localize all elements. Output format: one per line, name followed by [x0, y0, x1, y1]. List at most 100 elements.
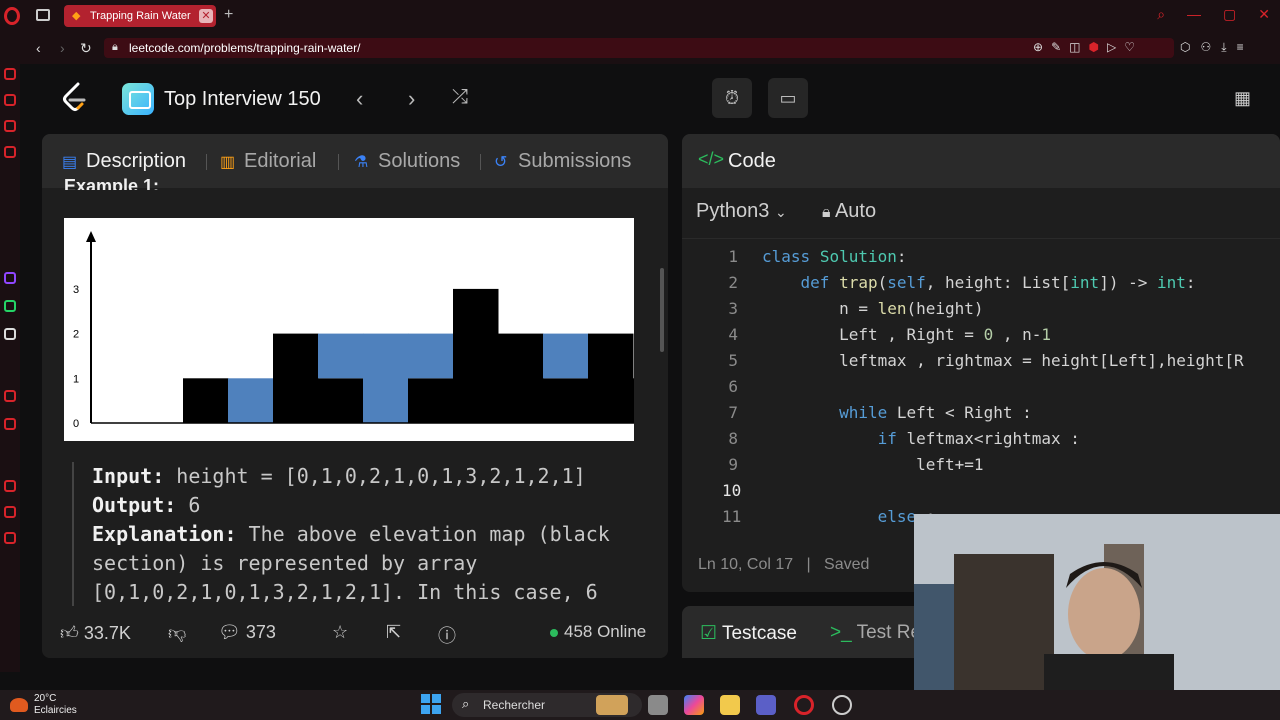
- sidebar-app-icon[interactable]: [4, 146, 16, 158]
- lock-icon: 🔒︎: [822, 204, 831, 221]
- code-line: left+=1: [762, 455, 984, 474]
- description-panel: ▤ Description ▥ Editorial ⚗︎ Solutions ↺ Sub…: [42, 134, 668, 658]
- weather-icon: [10, 698, 28, 712]
- code-line: leftmax , rightmax = height[Left],height…: [762, 351, 1244, 370]
- sidebar-app-icon[interactable]: [4, 68, 16, 80]
- notes-icon[interactable]: ▭: [768, 78, 808, 118]
- like-button[interactable]: 👍︎ 33.7K: [60, 622, 131, 644]
- comment-icon: 💬︎: [218, 622, 241, 642]
- chevron-down-icon: ⌄: [774, 204, 787, 220]
- description-footer: 👍︎ 33.7K 👎︎ 💬︎ 373 ☆ ⇱ ⓘ 458 Online: [42, 606, 668, 658]
- tab-separator: [338, 154, 339, 170]
- line-number: 3: [728, 299, 738, 318]
- tab-submissions[interactable]: ↺ Submissions: [494, 150, 631, 173]
- tab-test-result[interactable]: >_ Test Re: [830, 622, 921, 644]
- elevation-bar: [408, 378, 454, 423]
- heart-icon[interactable]: ♡: [1124, 40, 1135, 54]
- shuffle-icon[interactable]: ⤮: [452, 86, 468, 109]
- sidebar-app-icon[interactable]: [4, 418, 16, 430]
- previous-problem-icon[interactable]: ‹: [356, 86, 363, 112]
- timer-icon[interactable]: ⏰︎: [712, 78, 752, 118]
- terminal-icon: >_: [830, 622, 852, 643]
- study-plan-icon[interactable]: [122, 83, 154, 115]
- forward-icon[interactable]: ›: [60, 40, 65, 56]
- url-text[interactable]: leetcode.com/problems/trapping-rain-wate…: [129, 41, 360, 55]
- favorite-button[interactable]: ☆: [332, 622, 348, 643]
- sidebar-app-icon[interactable]: [4, 480, 16, 492]
- camera-icon[interactable]: ◫: [1069, 40, 1080, 54]
- auto-mode-toggle[interactable]: 🔒︎ Auto: [822, 200, 876, 223]
- water-block: [228, 378, 274, 423]
- sidebar-app-icon[interactable]: [4, 390, 16, 402]
- study-plan-title[interactable]: Top Interview 150: [164, 88, 321, 111]
- star-icon: ☆: [332, 622, 349, 642]
- tab-separator: [206, 154, 207, 170]
- search-tabs-icon[interactable]: ⌕: [1157, 6, 1165, 23]
- code-line: Left , Right = 0 , n-1: [762, 325, 1052, 344]
- code-line: while Left < Right :: [839, 403, 1032, 422]
- sidebar-app-icon[interactable]: [4, 120, 16, 132]
- reload-icon[interactable]: ↻: [80, 40, 92, 57]
- adblock-icon[interactable]: ⬢: [1088, 40, 1098, 54]
- cube-icon[interactable]: ⬡: [1180, 40, 1190, 55]
- elevation-bar: [633, 378, 634, 423]
- tab-description[interactable]: ▤ Description: [62, 150, 186, 173]
- teams-icon[interactable]: [756, 695, 776, 715]
- dislike-button[interactable]: 👎︎: [168, 622, 186, 644]
- tab-close-button[interactable]: ✕: [199, 9, 213, 23]
- code-editor[interactable]: 1 class Solution: 2 def trap(self, heigh…: [682, 238, 1280, 528]
- leetcode-logo-icon[interactable]: [60, 82, 88, 114]
- sidebar-app-icon[interactable]: [4, 532, 16, 544]
- tab-testcase[interactable]: ☑ Testcase: [700, 622, 797, 645]
- code-line: n = len(height): [762, 299, 984, 318]
- tab-solutions[interactable]: ⚗︎ Solutions: [354, 150, 460, 173]
- comments-button[interactable]: 💬︎ 373: [218, 622, 276, 643]
- opera-taskbar-icon[interactable]: [794, 695, 814, 715]
- menu-icon[interactable]: ≡: [1237, 40, 1244, 55]
- document-icon: ▤: [62, 154, 78, 171]
- output-label: Output:: [92, 493, 177, 517]
- windows-start-icon[interactable]: [421, 694, 441, 714]
- next-problem-icon[interactable]: ›: [408, 86, 415, 112]
- browser-toolbar-icons: ⬡ ⚇ ⤓ ≡: [1180, 40, 1244, 55]
- elevation-bar: [273, 333, 319, 423]
- new-tab-button[interactable]: +: [224, 6, 233, 24]
- code-line: else :: [877, 507, 936, 526]
- tab-switcher-icon[interactable]: [36, 9, 50, 21]
- minimize-button[interactable]: —: [1187, 6, 1201, 23]
- thumbs-down-icon: 👎︎: [168, 623, 187, 643]
- maximize-button[interactable]: ▢: [1223, 6, 1236, 23]
- help-button[interactable]: ⓘ: [438, 622, 456, 648]
- twitch-icon[interactable]: [4, 272, 16, 284]
- download-icon[interactable]: ⤓: [1221, 40, 1226, 55]
- description-scrollbar[interactable]: [660, 268, 664, 352]
- task-view-icon[interactable]: [648, 695, 668, 715]
- elevation-bar: [318, 378, 364, 423]
- sidebar-app-icon[interactable]: [4, 94, 16, 106]
- tab-editorial[interactable]: ▥ Editorial: [220, 150, 316, 173]
- y-axis-arrow: [86, 231, 96, 242]
- settings-icon[interactable]: [832, 695, 852, 715]
- opera-logo-icon[interactable]: [4, 7, 20, 25]
- share-button[interactable]: ⇱: [386, 622, 401, 643]
- send-icon[interactable]: ▷: [1107, 40, 1116, 54]
- whatsapp-icon[interactable]: [4, 300, 16, 312]
- x-icon[interactable]: [4, 328, 16, 340]
- profile-icon[interactable]: ⚇: [1200, 40, 1211, 55]
- close-window-button[interactable]: ✕: [1258, 6, 1270, 23]
- zoom-icon[interactable]: ⊕: [1033, 40, 1043, 54]
- line-number: 9: [728, 455, 738, 474]
- edit-icon[interactable]: ✎: [1051, 40, 1061, 54]
- line-number: 6: [728, 377, 738, 396]
- browser-tab-active[interactable]: ◆ Trapping Rain Water ✕: [64, 5, 216, 27]
- file-explorer-icon[interactable]: [720, 695, 740, 715]
- back-icon[interactable]: ‹: [36, 40, 41, 56]
- code-panel-header: </> Code: [682, 134, 1280, 188]
- output-value: 6: [188, 493, 201, 517]
- layout-grid-icon[interactable]: ▦: [1234, 88, 1251, 109]
- webcam-overlay: [914, 514, 1280, 690]
- copilot-icon[interactable]: [684, 695, 704, 715]
- weather-widget[interactable]: 20°C Eclaircies: [10, 693, 77, 717]
- sidebar-app-icon[interactable]: [4, 506, 16, 518]
- language-select[interactable]: Python3 ⌄: [696, 200, 787, 223]
